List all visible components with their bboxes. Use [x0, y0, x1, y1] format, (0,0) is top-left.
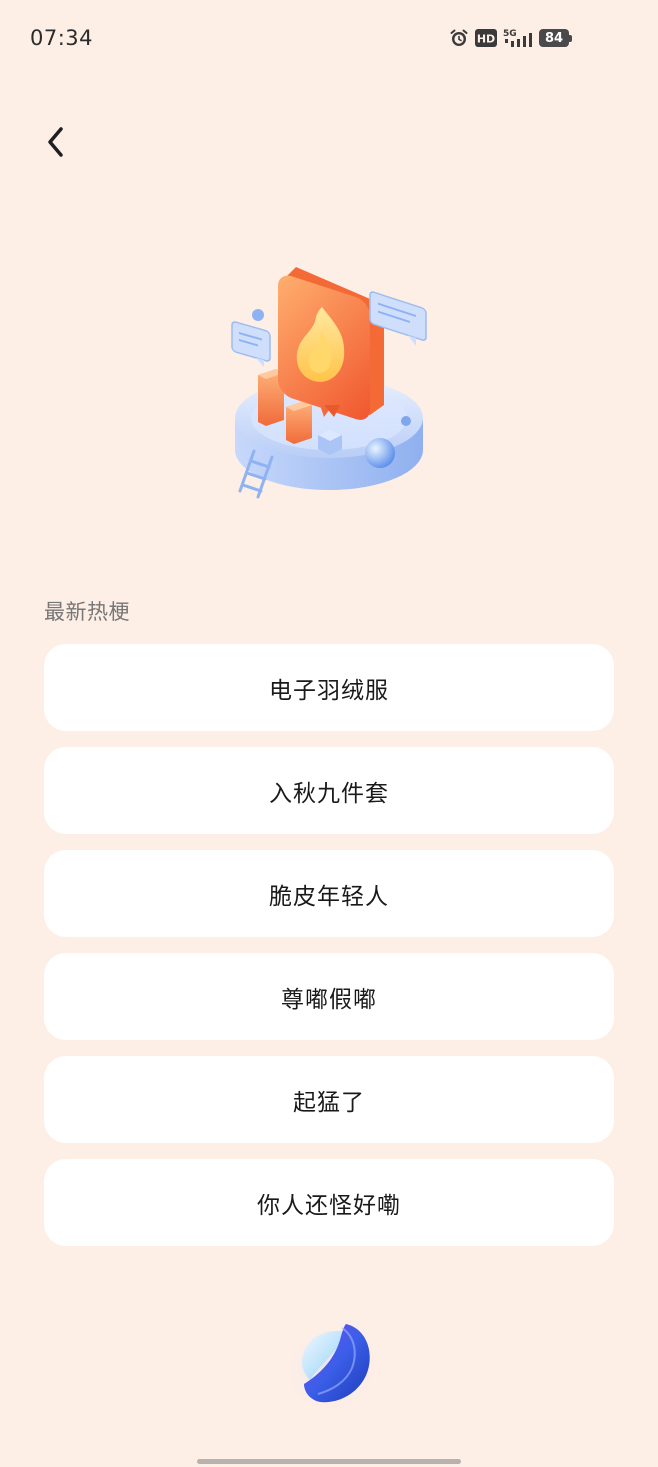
signal-icon: 5G [503, 28, 533, 48]
svg-text:5G: 5G [503, 29, 517, 39]
status-icons: HD 5G 84 [449, 28, 572, 48]
topic-item[interactable]: 起猛了 [44, 1056, 614, 1143]
status-time: 07:34 [30, 26, 94, 50]
alarm-icon [449, 28, 469, 48]
topic-item[interactable]: 脆皮年轻人 [44, 850, 614, 937]
home-indicator[interactable] [197, 1459, 461, 1464]
battery-icon: 84 [539, 29, 572, 47]
back-button[interactable] [36, 122, 76, 162]
assistant-orb-button[interactable] [284, 1318, 378, 1412]
topic-item[interactable]: 尊嘟假嘟 [44, 953, 614, 1040]
topic-list: 电子羽绒服 入秋九件套 脆皮年轻人 尊嘟假嘟 起猛了 你人还怪好嘞 [44, 644, 614, 1262]
battery-level: 84 [539, 29, 569, 47]
topic-item[interactable]: 电子羽绒服 [44, 644, 614, 731]
hot-topics-illustration [214, 255, 444, 505]
assistant-orb-icon [285, 1324, 377, 1410]
svg-text:HD: HD [477, 33, 495, 46]
topic-item[interactable]: 入秋九件套 [44, 747, 614, 834]
topic-item[interactable]: 你人还怪好嘞 [44, 1159, 614, 1246]
chevron-left-icon [48, 127, 63, 157]
hd-icon: HD [475, 29, 497, 47]
section-title: 最新热梗 [44, 600, 130, 624]
screen: 07:34 HD 5G 84 最新热梗 电子羽绒服 入秋九件套 脆皮年轻人 尊嘟… [0, 0, 658, 1467]
